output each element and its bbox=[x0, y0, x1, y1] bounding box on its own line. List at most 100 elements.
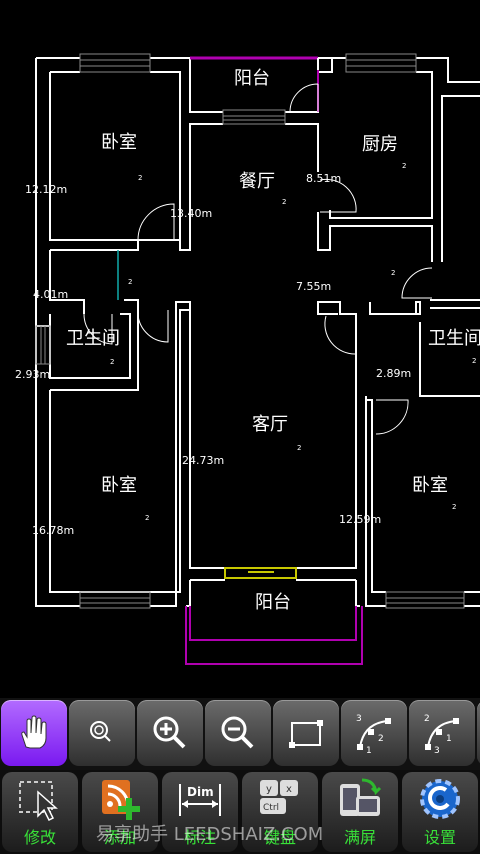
modify-label: 修改 bbox=[23, 828, 56, 847]
area-label: 24.73m bbox=[182, 454, 225, 467]
wall bbox=[50, 240, 139, 251]
zoom-window-button[interactable] bbox=[69, 700, 135, 766]
wall bbox=[296, 301, 357, 569]
area-superscript: 2 bbox=[391, 269, 396, 277]
wall bbox=[369, 301, 421, 315]
hand-icon bbox=[21, 715, 47, 749]
area-superscript: 2 bbox=[452, 503, 457, 511]
rectangle-tool-button[interactable] bbox=[273, 700, 339, 766]
wall bbox=[49, 250, 85, 314]
zoom-out-icon bbox=[221, 716, 254, 749]
window bbox=[79, 53, 151, 73]
room-label-balcony-bottom: 阳台 bbox=[255, 592, 291, 613]
dim-text: Dim bbox=[187, 785, 214, 799]
area-label: 12.12m bbox=[25, 183, 68, 196]
key-label: y bbox=[266, 784, 272, 795]
zoom-in-button[interactable] bbox=[137, 700, 203, 766]
wall bbox=[49, 71, 181, 241]
room-label-bedroom-sw: 卧室 bbox=[101, 475, 137, 496]
wall bbox=[186, 580, 191, 607]
arc-label: 3 bbox=[434, 746, 440, 753]
arc-icon: 3 2 1 bbox=[356, 714, 391, 753]
area-superscript: 2 bbox=[297, 444, 302, 452]
key-label: x bbox=[286, 784, 292, 795]
door bbox=[289, 83, 319, 113]
dimension-icon: Dim bbox=[179, 784, 221, 816]
arc-label: 2 bbox=[424, 714, 430, 724]
area-superscript: 2 bbox=[128, 278, 133, 286]
zoom-window-icon bbox=[90, 721, 111, 742]
arc-label: 3 bbox=[356, 714, 362, 724]
wall bbox=[430, 299, 480, 309]
area-superscript: 2 bbox=[138, 174, 143, 182]
window bbox=[385, 591, 465, 609]
wall bbox=[285, 123, 319, 172]
wall bbox=[365, 396, 386, 607]
settings-label: 设置 bbox=[423, 828, 456, 847]
area-superscript: 2 bbox=[402, 162, 407, 170]
arc-label: 1 bbox=[446, 734, 452, 744]
room-label-balcony-top: 阳台 bbox=[234, 68, 270, 89]
area-superscript: 2 bbox=[145, 514, 150, 522]
area-label: 13.40m bbox=[170, 207, 213, 220]
wall bbox=[317, 212, 433, 262]
modify-button[interactable]: 修改 bbox=[2, 772, 78, 852]
fullscreen-label: 满屏 bbox=[343, 828, 376, 847]
add-document-icon bbox=[102, 780, 140, 820]
room-label-bathroom-w: 卫生间 bbox=[66, 328, 120, 349]
area-superscript: 2 bbox=[282, 198, 287, 206]
zoom-in-icon bbox=[153, 716, 186, 749]
wall bbox=[150, 57, 223, 113]
wall bbox=[441, 95, 480, 262]
room-label-bathroom-e: 卫生间 bbox=[428, 328, 480, 349]
wall bbox=[189, 310, 225, 569]
rectangle-icon bbox=[289, 720, 323, 748]
door bbox=[375, 399, 409, 435]
window bbox=[345, 53, 417, 73]
door bbox=[324, 315, 357, 355]
wall bbox=[416, 57, 480, 83]
wall bbox=[366, 399, 386, 593]
area-label: 2.89m bbox=[376, 367, 412, 380]
area-label: 7.55m bbox=[296, 280, 332, 293]
zoom-out-button[interactable] bbox=[205, 700, 271, 766]
area-label: 2.93m bbox=[15, 368, 51, 381]
arc-label: 2 bbox=[378, 734, 384, 744]
fullscreen-icon bbox=[340, 778, 382, 816]
floorplan-canvas[interactable] bbox=[0, 0, 480, 700]
balcony-outline bbox=[185, 606, 363, 665]
area-label: 12.59m bbox=[339, 513, 382, 526]
room-label-bedroom-se: 卧室 bbox=[412, 475, 448, 496]
arc-3point-alt-button[interactable]: 2 1 3 bbox=[409, 700, 475, 766]
key-label: Ctrl bbox=[263, 803, 279, 813]
window bbox=[79, 591, 151, 609]
watermark-text: 易享助手 LEEDSHAIZ.COM bbox=[96, 824, 324, 845]
wall bbox=[317, 58, 333, 73]
door bbox=[137, 203, 175, 241]
gear-icon bbox=[420, 779, 460, 819]
settings-button[interactable]: 设置 bbox=[402, 772, 478, 852]
pan-tool-button[interactable] bbox=[1, 700, 67, 766]
wall bbox=[285, 57, 346, 113]
area-label: 16.78m bbox=[32, 524, 75, 537]
area-label: 4.01m bbox=[33, 288, 69, 301]
area-superscript: 2 bbox=[110, 358, 115, 366]
door bbox=[401, 267, 433, 299]
room-label-bedroom-nw: 卧室 bbox=[101, 132, 137, 153]
select-cursor-icon bbox=[19, 781, 58, 822]
arc-label: 1 bbox=[366, 746, 372, 753]
window bbox=[35, 325, 51, 365]
keyboard-icon: y x Ctrl bbox=[260, 780, 298, 814]
window bbox=[222, 109, 286, 125]
door bbox=[137, 309, 169, 343]
room-label-dining: 餐厅 bbox=[239, 171, 275, 192]
wall bbox=[464, 591, 480, 607]
room-label-kitchen: 厨房 bbox=[362, 134, 398, 155]
arc-3point-button[interactable]: 3 2 1 bbox=[341, 700, 407, 766]
wall bbox=[179, 123, 223, 251]
fullscreen-button[interactable]: 满屏 bbox=[322, 772, 398, 852]
arc-alt-icon: 2 1 3 bbox=[424, 714, 459, 753]
area-label: 8.51m bbox=[306, 172, 342, 185]
wall bbox=[355, 580, 360, 607]
area-superscript: 2 bbox=[472, 357, 477, 365]
